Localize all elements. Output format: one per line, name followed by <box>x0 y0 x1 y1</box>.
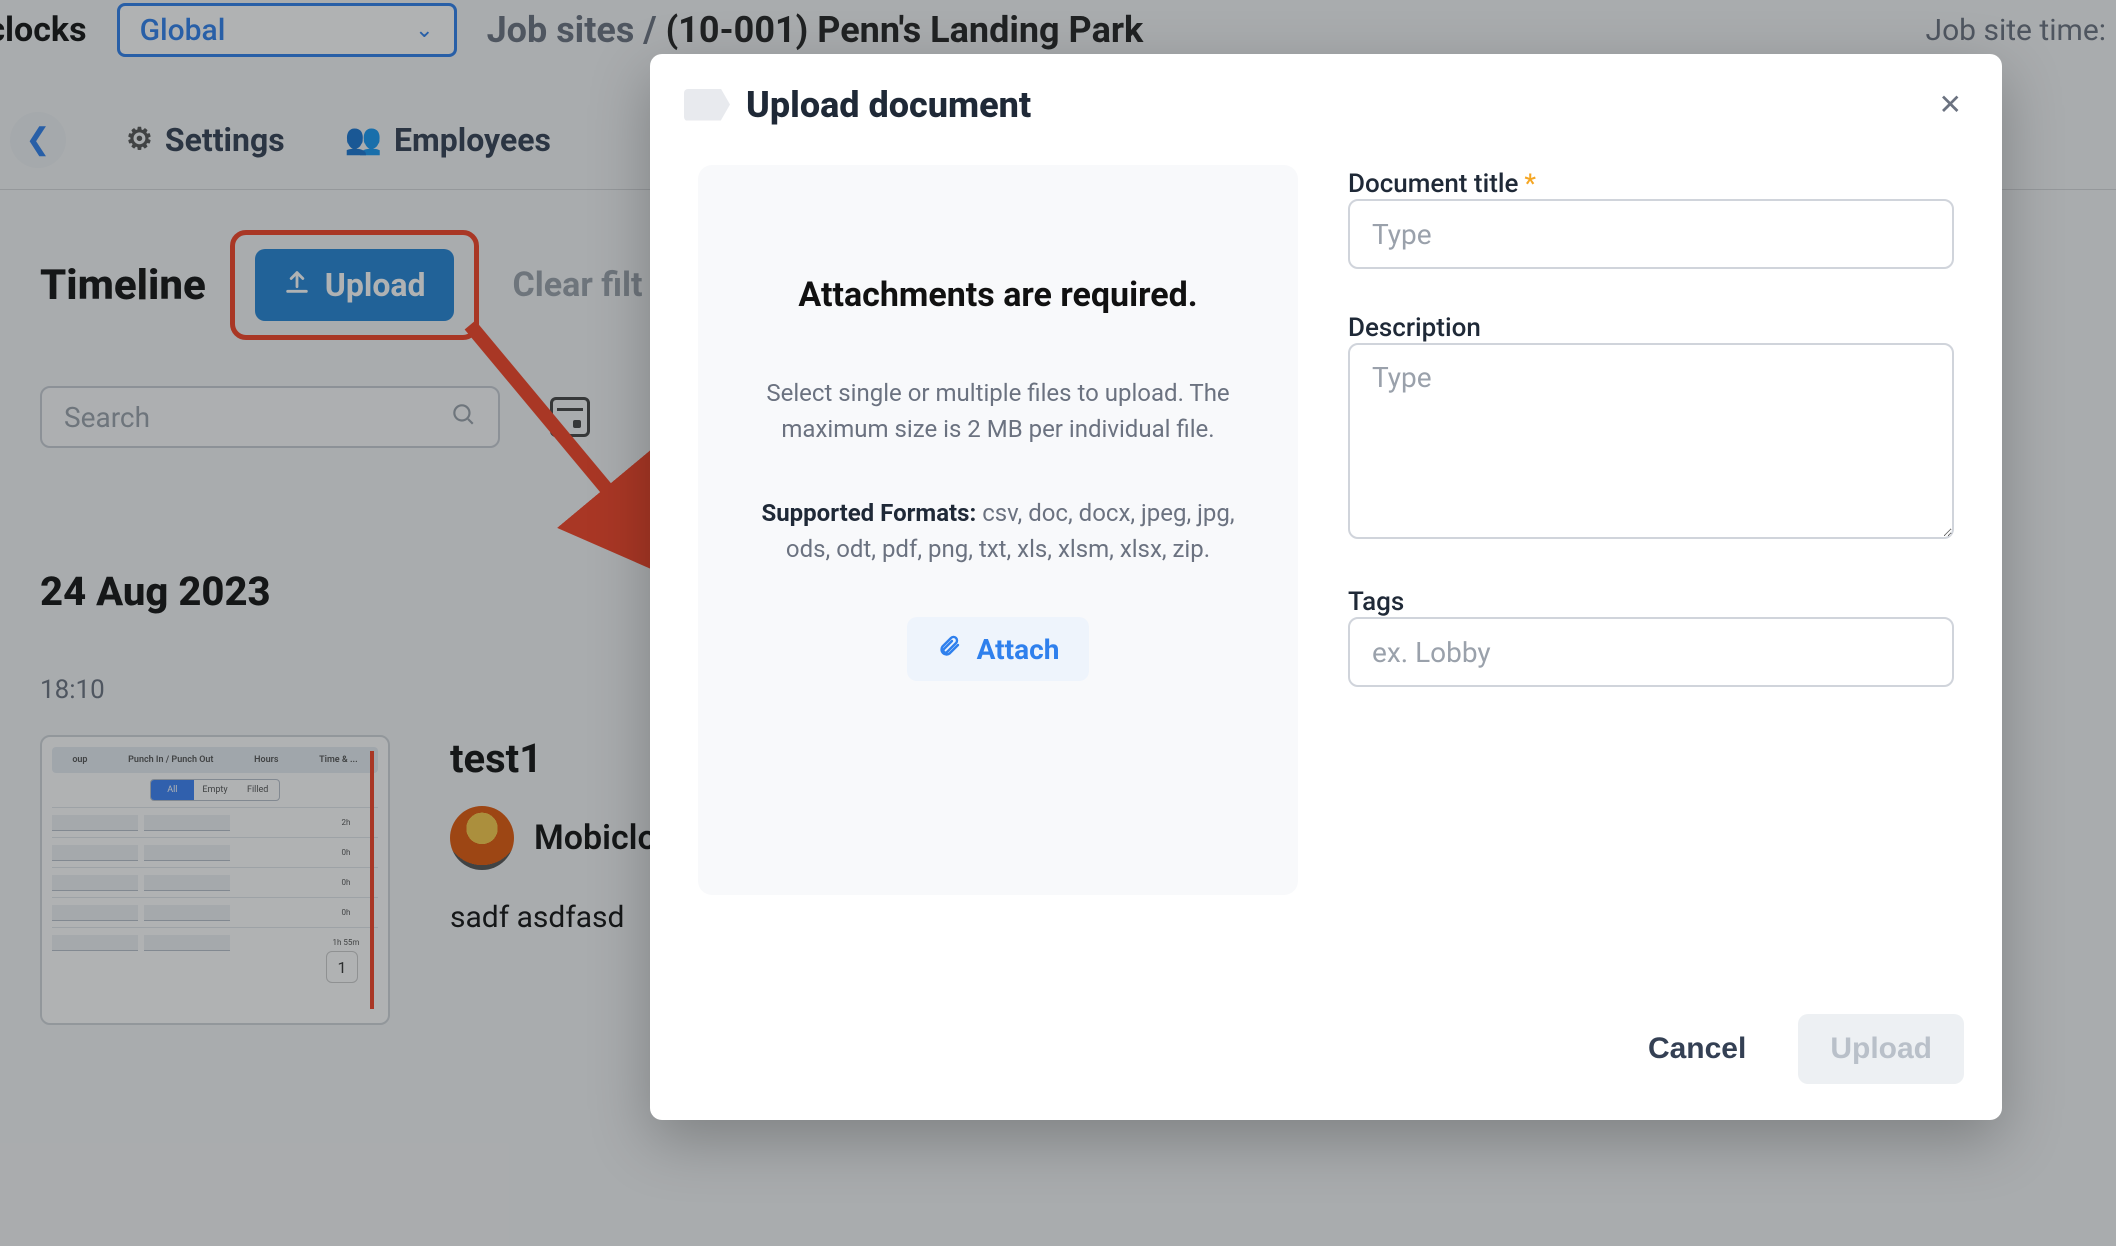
description-input[interactable] <box>1348 343 1954 539</box>
dropzone-heading: Attachments are required. <box>738 275 1258 315</box>
attach-label: Attach <box>977 633 1060 666</box>
form-column: Document title * Description Tags <box>1348 165 1954 984</box>
description-group: Description <box>1348 313 1954 543</box>
description-label: Description <box>1348 313 1954 343</box>
upload-document-modal: Upload document ✕ Attachments are requir… <box>650 54 2002 1120</box>
tags-label: Tags <box>1348 587 1954 617</box>
tags-input[interactable] <box>1348 617 1954 687</box>
close-icon: ✕ <box>1939 88 1962 121</box>
dropzone-subtext: Select single or multiple files to uploa… <box>738 375 1258 447</box>
attachment-dropzone[interactable]: Attachments are required. Select single … <box>698 165 1298 895</box>
modal-footer: Cancel Upload <box>650 984 2002 1120</box>
close-button[interactable]: ✕ <box>1933 82 1968 127</box>
label-text: Tags <box>1348 587 1404 617</box>
label-text: Description <box>1348 313 1481 343</box>
required-asterisk-icon: * <box>1524 169 1536 199</box>
cancel-button[interactable]: Cancel <box>1616 1014 1778 1084</box>
tag-icon <box>684 89 730 121</box>
label-text: Document title <box>1348 169 1518 199</box>
dropzone-formats: Supported Formats: csv, doc, docx, jpeg,… <box>738 495 1258 567</box>
upload-submit-button[interactable]: Upload <box>1798 1014 1964 1084</box>
doc-title-input[interactable] <box>1348 199 1954 269</box>
doc-title-group: Document title * <box>1348 169 1954 269</box>
tags-group: Tags <box>1348 587 1954 687</box>
doc-title-label: Document title * <box>1348 169 1954 199</box>
paperclip-icon <box>937 631 961 668</box>
modal-header: Upload document ✕ <box>650 54 2002 155</box>
attach-button[interactable]: Attach <box>907 617 1090 681</box>
modal-title: Upload document <box>746 84 1031 126</box>
modal-body: Attachments are required. Select single … <box>650 155 2002 984</box>
formats-label: Supported Formats <box>761 499 969 527</box>
